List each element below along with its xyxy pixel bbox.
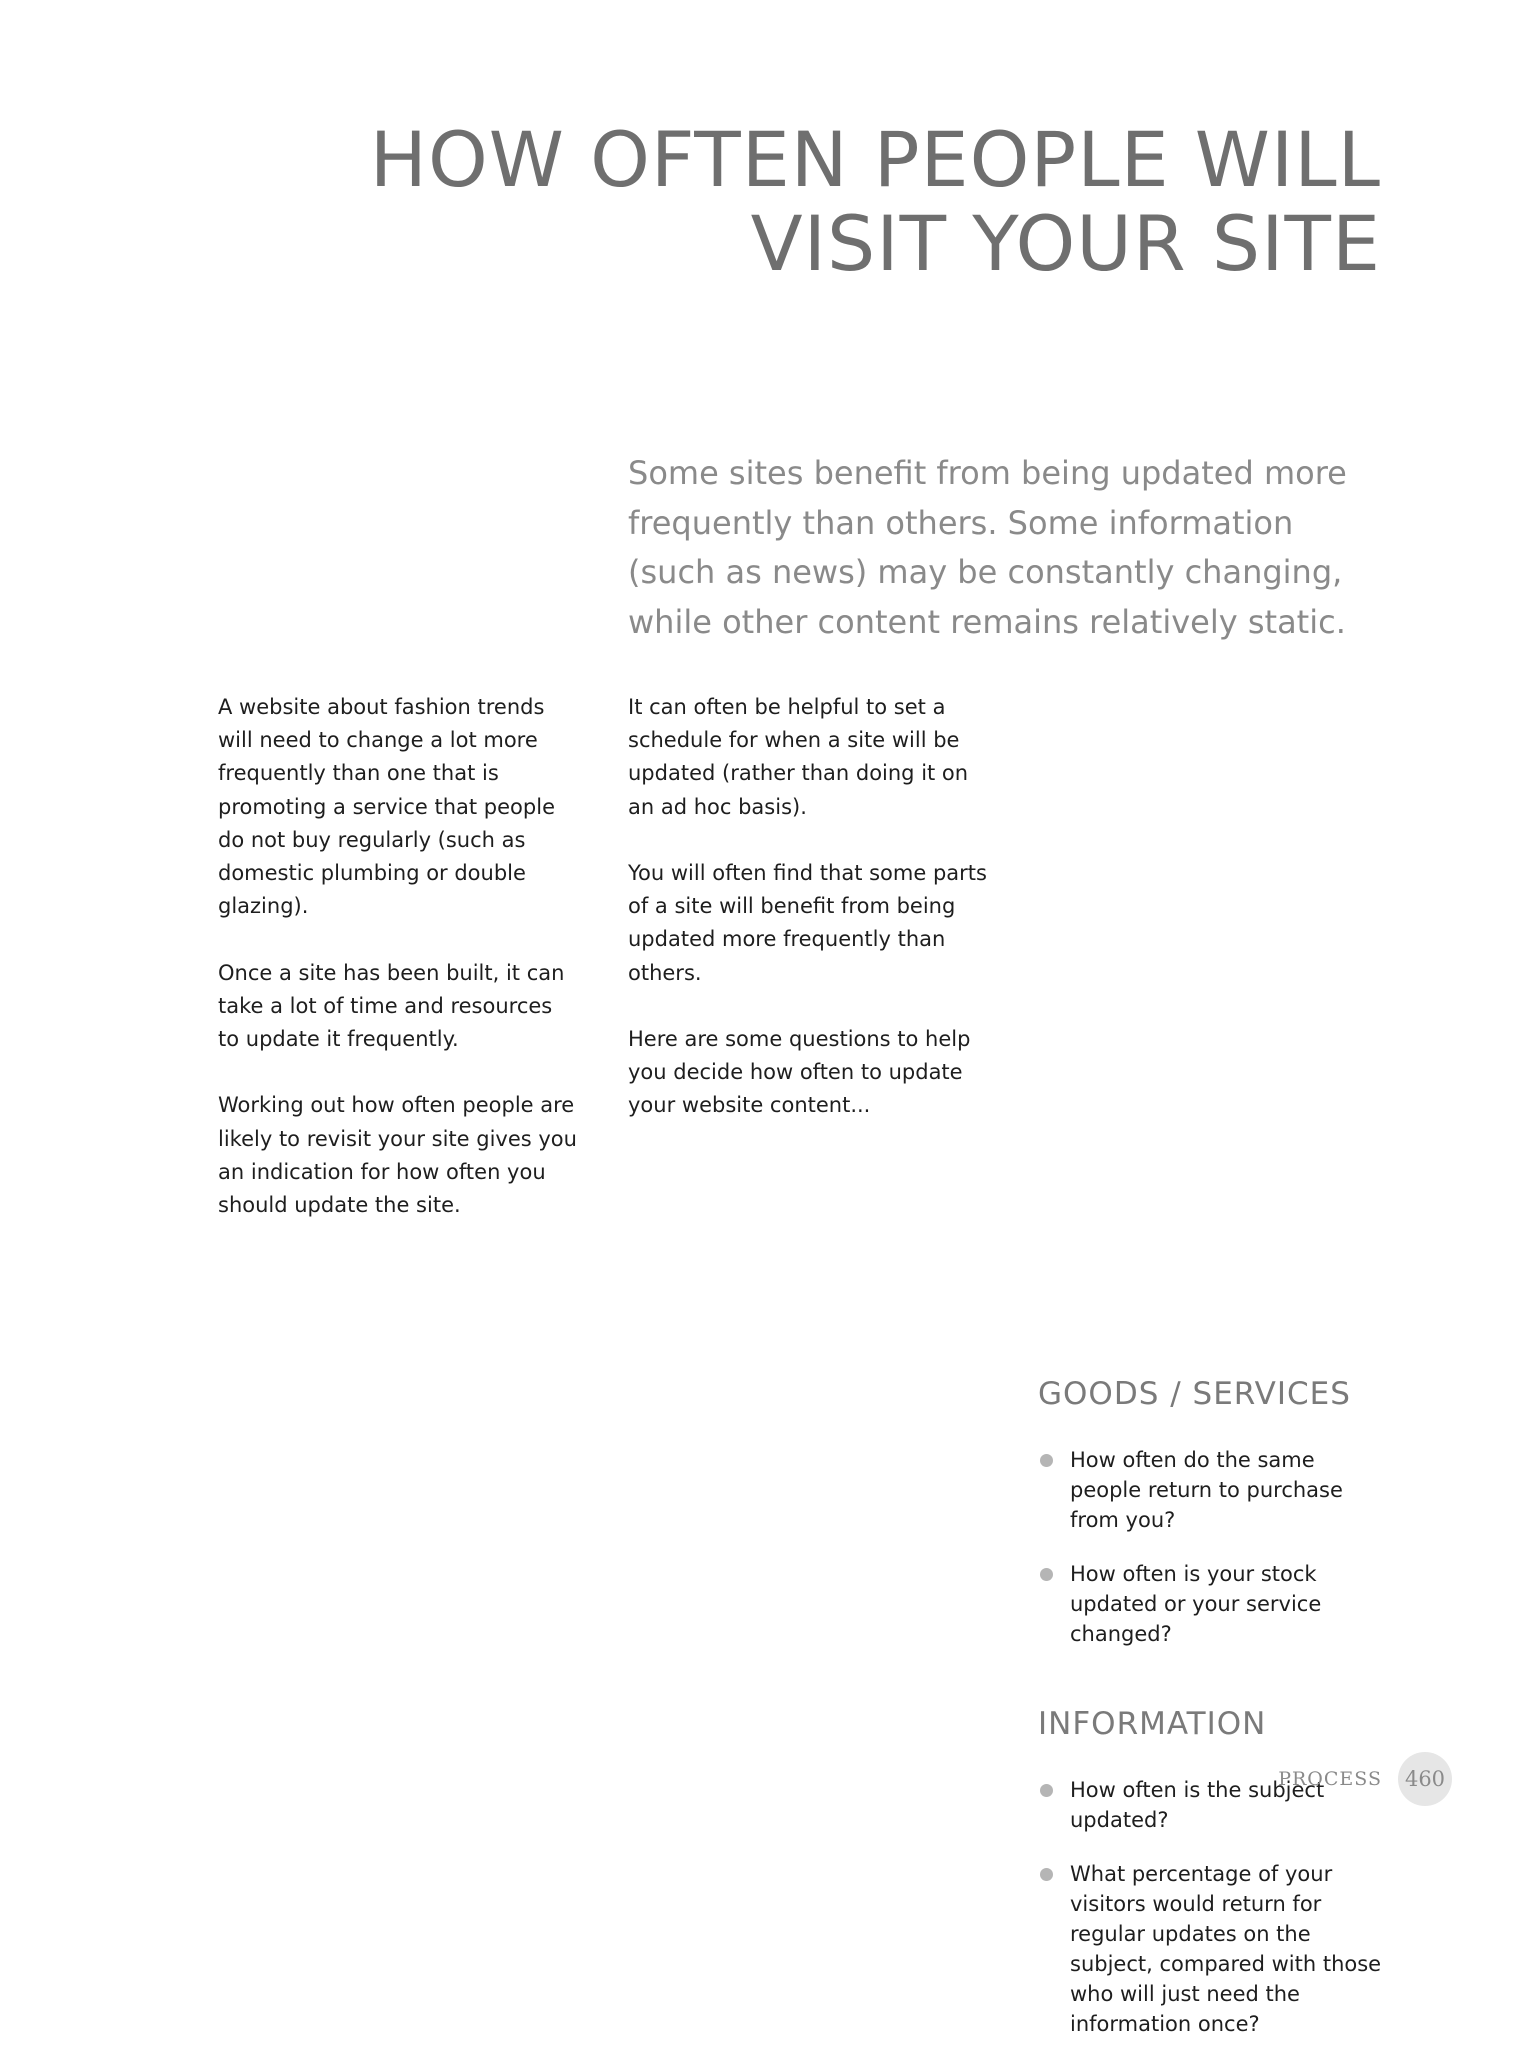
list-item: How often is your stock updated or your … [1038, 1559, 1388, 1649]
page-number-badge: 460 [1398, 1752, 1452, 1806]
bullet-icon [1040, 1868, 1053, 1881]
list-item: What percentage of your visitors would r… [1038, 1859, 1388, 2039]
middle-column: It can often be helpful to set a schedul… [628, 691, 988, 1156]
body-paragraph: Working out how often people are likely … [218, 1093, 577, 1218]
intro-paragraph: Some sites benefit from being updated mo… [628, 454, 1347, 641]
list-item: How often do the same people return to p… [1038, 1445, 1388, 1535]
footer-section-label: PROCESS [1278, 1768, 1382, 1790]
bullet-icon [1040, 1784, 1053, 1797]
bullet-icon [1040, 1568, 1053, 1581]
list-item-text: What percentage of your visitors would r… [1070, 1862, 1382, 2036]
body-paragraph: You will often find that some parts of a… [628, 861, 987, 985]
goods-services-list: How often do the same people return to p… [1038, 1445, 1388, 1673]
body-paragraph: Here are some questions to help you deci… [628, 1027, 971, 1118]
page-title-line-2: VISIT YOUR SITE [750, 199, 1381, 288]
page-title-line-1: HOW OFTEN PEOPLE WILL [369, 115, 1381, 204]
information-list: How often is the subject updated? What p… [1038, 1775, 1388, 2063]
left-column: A website about fashion trends will need… [218, 691, 578, 1255]
body-paragraph: Once a site has been built, it can take … [218, 960, 565, 1052]
list-item-text: How often is your stock updated or your … [1070, 1562, 1322, 1646]
bullet-icon [1040, 1454, 1053, 1467]
body-paragraph: It can often be helpful to set a schedul… [628, 695, 969, 819]
goods-services-heading: GOODS / SERVICES [1038, 1376, 1351, 1412]
page-title: HOW OFTEN PEOPLE WILL VISIT YOUR SITE [181, 118, 1381, 286]
information-heading: INFORMATION [1038, 1706, 1267, 1742]
list-item-text: How often do the same people return to p… [1070, 1448, 1343, 1532]
body-paragraph: A website about fashion trends will need… [218, 695, 555, 919]
